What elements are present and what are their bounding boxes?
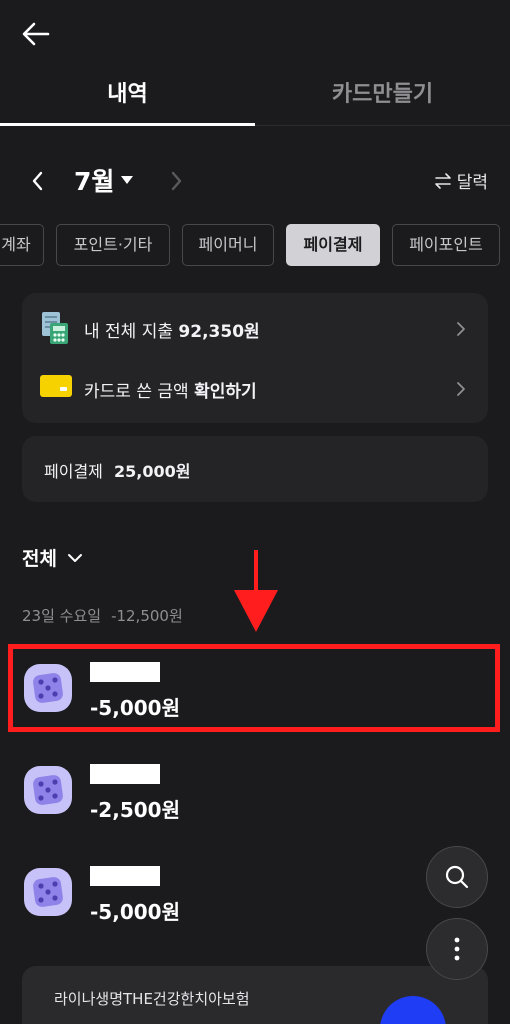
total-spend-row[interactable]: 내 전체 지출 92,350원 — [22, 297, 488, 357]
month-navigator: 7월 달력 — [0, 160, 510, 202]
pay-total-text: 페이결제 25,000원 — [44, 458, 190, 482]
total-spend-text: 내 전체 지출 92,350원 — [84, 317, 260, 342]
next-month-button[interactable] — [166, 168, 186, 194]
credit-card-icon — [40, 375, 72, 397]
highlight-annotation-box — [8, 644, 500, 732]
dice-icon — [24, 868, 72, 916]
chevron-right-icon — [457, 382, 465, 396]
chevron-right-icon — [171, 171, 182, 191]
tab-bar: 내역 카드만들기 — [0, 60, 510, 126]
chip-pay-point[interactable]: 페이포인트 — [392, 224, 500, 266]
chip-points-etc[interactable]: 포인트·기타 — [56, 224, 170, 266]
transaction-amount: -2,500원 — [90, 798, 180, 822]
transaction-amount: -5,000원 — [90, 900, 180, 924]
more-vertical-icon — [454, 937, 460, 961]
promo-title: 라이나생명THE건강한치아보험 — [54, 990, 250, 1008]
pay-total-label: 페이결제 — [44, 462, 103, 481]
chevron-down-icon — [67, 553, 82, 562]
back-button[interactable] — [20, 18, 56, 50]
more-options-button[interactable] — [426, 918, 488, 980]
card-spend-action: 확인하기 — [194, 382, 257, 402]
card-spend-label: 카드로 쓴 금액 — [84, 382, 189, 402]
category-chips: 계좌 포인트·기타 페이머니 페이결제 페이포인트 — [0, 224, 510, 268]
search-icon — [445, 865, 469, 889]
total-spend-amount: 92,350원 — [178, 322, 260, 342]
calendar-label: 달력 — [456, 173, 488, 193]
search-button[interactable] — [426, 846, 488, 908]
card-spend-text: 카드로 쓴 금액 확인하기 — [84, 377, 257, 402]
dice-icon — [24, 766, 72, 814]
pay-total-amount: 25,000원 — [113, 462, 191, 481]
swap-arrows-icon — [434, 172, 451, 189]
insurance-promo-banner[interactable]: 라이나생명THE건강한치아보험 — [22, 966, 488, 1024]
tab-make-card[interactable]: 카드만들기 — [255, 60, 510, 126]
tab-history[interactable]: 내역 — [0, 60, 255, 126]
total-spend-label: 내 전체 지출 — [84, 322, 174, 342]
previous-month-button[interactable] — [28, 168, 48, 194]
promo-illustration — [380, 996, 446, 1024]
screen: 내역 카드만들기 7월 달력 계좌 포인트·기타 페이머니 페이결제 페이포인트… — [0, 0, 510, 1024]
pay-total-card: 페이결제 25,000원 — [22, 436, 488, 502]
date-group-date: 23일 수요일 — [22, 607, 102, 625]
redacted-merchant-name — [90, 764, 160, 784]
chip-account[interactable]: 계좌 — [0, 224, 44, 266]
receipt-calculator-icon — [42, 312, 68, 344]
chip-pay-money[interactable]: 페이머니 — [182, 224, 274, 266]
date-group-header: 23일 수요일 -12,500원 — [22, 605, 183, 626]
chevron-left-icon — [32, 171, 43, 191]
chip-pay-payment[interactable]: 페이결제 — [286, 224, 380, 266]
spend-summary-card: 내 전체 지출 92,350원 카드로 쓴 금액 확인하기 — [22, 293, 488, 423]
month-selector[interactable]: 7월 — [74, 162, 114, 198]
redacted-merchant-name — [90, 866, 160, 886]
annotation-arrow-down-icon — [234, 550, 278, 632]
filter-label: 전체 — [22, 548, 57, 570]
date-group-total: -12,500원 — [111, 607, 183, 625]
chevron-right-icon — [457, 322, 465, 336]
filter-dropdown[interactable]: 전체 — [22, 544, 83, 571]
card-spend-row[interactable]: 카드로 쓴 금액 확인하기 — [22, 357, 488, 417]
transaction-row[interactable]: -2,500원 — [0, 746, 510, 836]
arrow-left-icon — [22, 22, 50, 46]
calendar-toggle[interactable]: 달력 — [433, 168, 488, 193]
active-tab-indicator — [0, 123, 255, 126]
caret-down-icon[interactable] — [120, 172, 134, 186]
